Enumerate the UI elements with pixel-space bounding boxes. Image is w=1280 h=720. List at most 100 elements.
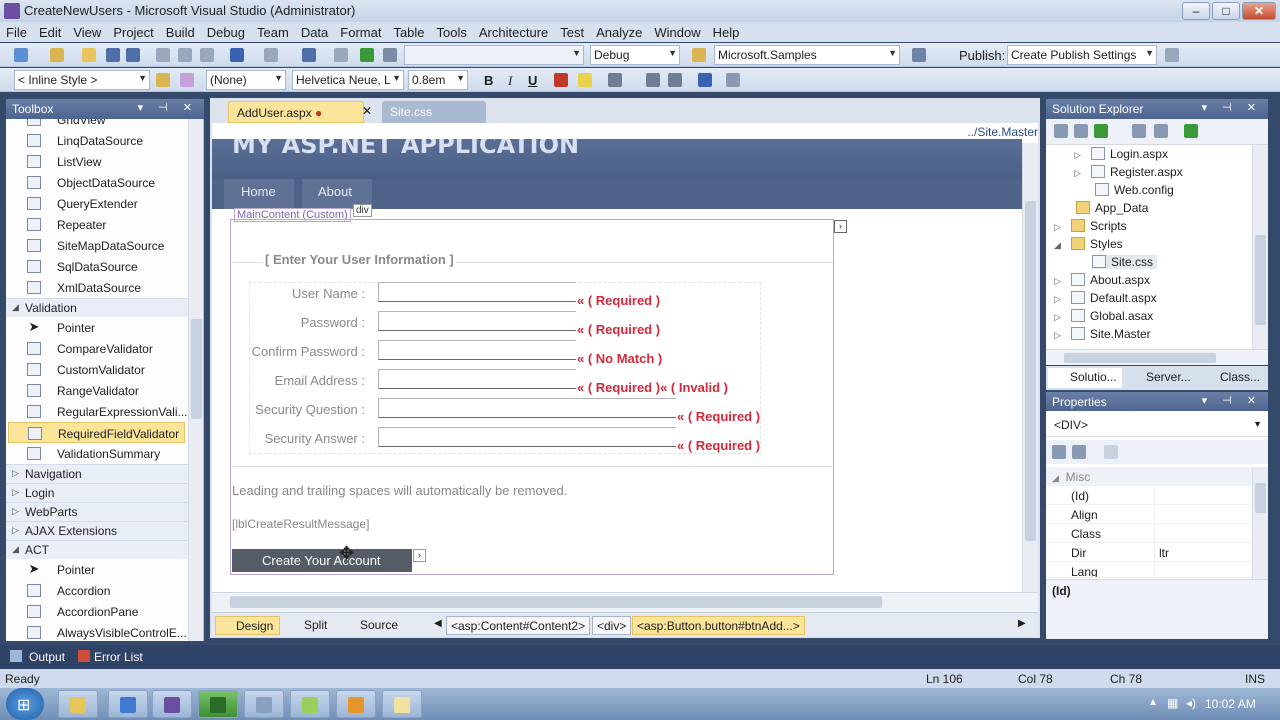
menu-file[interactable]: File — [0, 22, 33, 40]
smart-tag-icon[interactable]: › — [413, 549, 426, 562]
redo-icon[interactable] — [264, 48, 278, 62]
menu-table[interactable]: Table — [387, 22, 430, 40]
back-color-icon[interactable] — [578, 73, 592, 87]
menu-build[interactable]: Build — [160, 22, 201, 40]
start-button[interactable]: ⊞ — [6, 688, 44, 720]
close-button[interactable]: ✕ — [1242, 2, 1276, 20]
property-row[interactable]: Lang — [1046, 562, 1252, 578]
tab-adduser[interactable]: AddUser.aspx ● — [228, 101, 364, 123]
toolbox-item[interactable]: ➤ Pointer — [6, 317, 203, 338]
refresh-icon[interactable] — [1094, 124, 1108, 138]
toolbox-item[interactable]: AlwaysVisibleControlE... — [6, 622, 203, 641]
hyperlink-icon[interactable] — [698, 73, 712, 87]
menu-format[interactable]: Format — [334, 22, 387, 40]
undo-icon[interactable] — [230, 48, 244, 62]
security-question-input[interactable] — [378, 398, 676, 418]
master-page-link[interactable]: ../Site.Master — [967, 125, 1038, 139]
view-code-icon[interactable] — [1132, 124, 1146, 138]
find-icon[interactable] — [383, 48, 397, 62]
property-row[interactable]: Align — [1046, 505, 1252, 526]
find-in-files-icon[interactable] — [692, 48, 706, 62]
design-vertical-scrollbar[interactable] — [1022, 143, 1038, 595]
tab-site-css[interactable]: Site.css — [382, 101, 486, 123]
toolbox-item[interactable]: RangeValidator — [6, 380, 203, 401]
breadcrumb-div[interactable]: <div> — [592, 616, 632, 635]
toolbox-category-validation[interactable]: ◢ Validation — [6, 298, 203, 317]
toolbox-item[interactable]: LinqDataSource — [6, 130, 203, 151]
breadcrumb-right-arrow-icon[interactable]: ▶ — [1018, 618, 1026, 629]
menu-test[interactable]: Test — [554, 22, 590, 40]
properties-category[interactable]: ◢ Misc — [1046, 467, 1252, 486]
categorized-icon[interactable] — [1052, 445, 1066, 459]
solution-item[interactable]: ▷ Login.aspx — [1074, 147, 1168, 161]
show-all-files-icon[interactable] — [1074, 124, 1088, 138]
toolbox-item[interactable]: Repeater — [6, 214, 203, 235]
size-dropdown[interactable]: 0.8em ▼ — [408, 70, 468, 90]
toolbox-item[interactable]: AccordionPane — [6, 601, 203, 622]
menu-help[interactable]: Help — [707, 22, 746, 40]
object-selector[interactable]: <DIV> ▼ — [1046, 415, 1268, 437]
toolbox-item[interactable]: RegularExpressionVali... — [6, 401, 203, 422]
toolbox-item[interactable]: CustomValidator — [6, 359, 203, 380]
app2-taskbar-button[interactable] — [290, 690, 330, 718]
apply-style-icon[interactable] — [180, 73, 194, 87]
publish-dropdown[interactable]: Create Publish Settings ▼ — [1007, 45, 1157, 65]
solution-item[interactable]: Web.config — [1095, 183, 1174, 197]
ie-taskbar-button[interactable] — [108, 690, 148, 718]
menu-data[interactable]: Data — [295, 22, 334, 40]
solution-hscrollbar[interactable] — [1046, 349, 1268, 365]
solution-configurations-blank[interactable]: ▼ — [404, 45, 584, 65]
solution-folder[interactable]: App_Data — [1076, 201, 1148, 215]
paste-icon[interactable] — [200, 48, 214, 62]
volume-icon[interactable]: ◂) — [1186, 696, 1196, 710]
network-icon[interactable]: ▦ — [1167, 696, 1178, 710]
menu-analyze[interactable]: Analyze — [590, 22, 648, 40]
media-taskbar-button[interactable] — [336, 690, 376, 718]
underline-button[interactable]: U — [528, 73, 537, 88]
tab-server-explorer[interactable]: Server... — [1126, 368, 1200, 388]
output-tab[interactable]: Output — [29, 650, 65, 664]
view-design-tab[interactable]: Design — [215, 616, 281, 635]
tab-close-icon[interactable]: ✕ — [362, 104, 372, 118]
breadcrumb-button[interactable]: <asp:Button.button#btnAdd...> — [632, 616, 805, 635]
asp-config-icon[interactable] — [1184, 124, 1198, 138]
tab-class-view[interactable]: Class... — [1202, 368, 1268, 388]
property-pages-icon[interactable] — [1104, 445, 1118, 459]
start-debugging-icon[interactable] — [360, 48, 374, 62]
view-designer-icon[interactable] — [1154, 124, 1168, 138]
property-row[interactable]: Class — [1046, 524, 1252, 545]
open-file-icon[interactable] — [82, 48, 96, 62]
panel-pin-icon[interactable]: ▾ ⊣ ✕ — [1202, 394, 1262, 407]
italic-button[interactable]: I — [508, 73, 512, 89]
panel-pin-icon[interactable]: ▾ ⊣ ✕ — [138, 101, 198, 114]
solution-item-selected[interactable]: Site.css — [1092, 255, 1158, 269]
region-smart-tag-icon[interactable]: › — [834, 220, 847, 233]
numbered-list-icon[interactable] — [646, 73, 660, 87]
menu-architecture[interactable]: Architecture — [473, 22, 554, 40]
property-row[interactable]: Dir ltr — [1046, 543, 1252, 564]
menu-view[interactable]: View — [67, 22, 107, 40]
vs-taskbar-button[interactable] — [152, 690, 192, 718]
toolbox-item-selected[interactable]: RequiredFieldValidator — [8, 422, 185, 443]
menu-tools[interactable]: Tools — [431, 22, 473, 40]
solution-folder[interactable]: ◢ Styles — [1054, 237, 1123, 251]
nav-home[interactable]: Home — [224, 179, 294, 209]
toolbox-item[interactable]: GridView — [6, 119, 203, 130]
toolbox-category-act[interactable]: ◢ ACT — [6, 540, 203, 559]
format-dropdown[interactable]: (None) ▼ — [206, 70, 286, 90]
align-icon[interactable] — [608, 73, 622, 87]
properties-scrollbar[interactable] — [1252, 467, 1268, 579]
app-taskbar-button[interactable] — [244, 690, 284, 718]
config-dropdown[interactable]: Debug ▼ — [590, 45, 680, 65]
minimize-button[interactable]: – — [1182, 2, 1210, 20]
notepad-taskbar-button[interactable] — [382, 690, 422, 718]
bullet-list-icon[interactable] — [668, 73, 682, 87]
solution-item[interactable]: ▷ Site.Master — [1054, 327, 1151, 341]
navigate-forward-icon[interactable] — [334, 48, 348, 62]
copy-icon[interactable] — [178, 48, 192, 62]
bold-button[interactable]: B — [484, 73, 493, 88]
toolbox-category-navigation[interactable]: ▷ Navigation — [6, 464, 203, 483]
solution-item[interactable]: ▷ Global.asax — [1054, 309, 1153, 323]
font-dropdown[interactable]: Helvetica Neue, L ▼ — [292, 70, 404, 90]
clock[interactable]: 10:02 AM — [1205, 697, 1256, 711]
